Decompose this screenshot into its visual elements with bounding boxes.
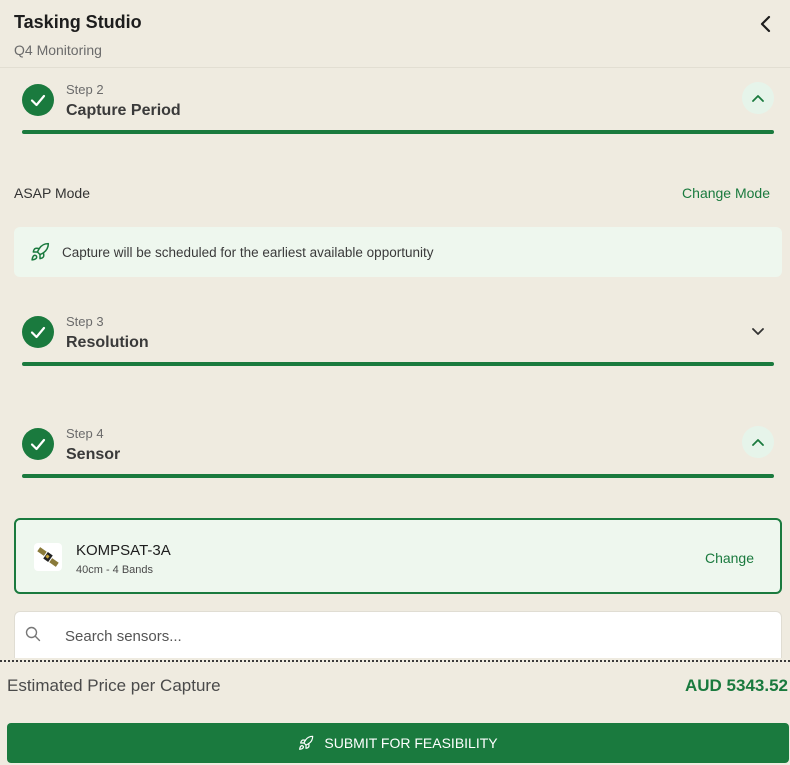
step-progress-bar [22,130,774,134]
collapse-panel-button[interactable] [754,12,778,36]
sensor-name: KOMPSAT-3A [76,542,171,559]
step-complete-check-icon [22,428,54,460]
project-subtitle: Q4 Monitoring [14,42,102,58]
step-number: Step 2 [66,82,104,97]
step-complete-check-icon [22,316,54,348]
step-capture-period[interactable]: Step 2 Capture Period [22,82,774,134]
panel-header: Tasking Studio Q4 Monitoring [0,0,790,68]
rocket-icon [299,735,314,750]
chevron-down-icon [752,328,764,335]
change-sensor-button[interactable]: Change [705,550,754,566]
asap-info-message: Capture will be scheduled for the earlie… [62,245,434,260]
step-sensor[interactable]: Step 4 Sensor [22,426,774,478]
step-resolution[interactable]: Step 3 Resolution [22,314,774,366]
step-number: Step 4 [66,426,104,441]
search-icon [25,626,41,647]
asap-info-box: Capture will be scheduled for the earlie… [14,227,782,277]
step-complete-check-icon [22,84,54,116]
step-progress-bar [22,474,774,478]
capture-mode-label: ASAP Mode [14,185,91,201]
step-title: Sensor [66,446,121,463]
step-progress-bar [22,362,774,366]
rocket-icon [30,242,50,267]
footer-divider [0,660,790,662]
price-label: Estimated Price per Capture [7,676,221,695]
sensor-search [14,611,782,658]
search-input[interactable] [63,622,767,650]
submit-label: SUBMIT FOR FEASIBILITY [324,735,498,751]
chevron-left-icon [760,15,771,33]
submit-feasibility-button[interactable]: SUBMIT FOR FEASIBILITY [7,723,789,763]
step-number: Step 3 [66,314,104,329]
selected-sensor-card: KOMPSAT-3A 40cm - 4 Bands Change [14,518,782,594]
collapse-step-button[interactable] [742,426,774,458]
chevron-up-icon [752,95,764,102]
step-title: Resolution [66,334,149,351]
expand-step-button[interactable] [742,320,774,344]
satellite-icon [34,543,62,571]
chevron-up-icon [752,439,764,446]
sensor-spec: 40cm - 4 Bands [76,564,154,576]
page-title: Tasking Studio [14,12,142,32]
price-value: AUD 5343.52 [684,676,788,695]
step-title: Capture Period [66,102,181,119]
collapse-step-button[interactable] [742,82,774,114]
change-mode-link[interactable]: Change Mode [682,185,770,201]
